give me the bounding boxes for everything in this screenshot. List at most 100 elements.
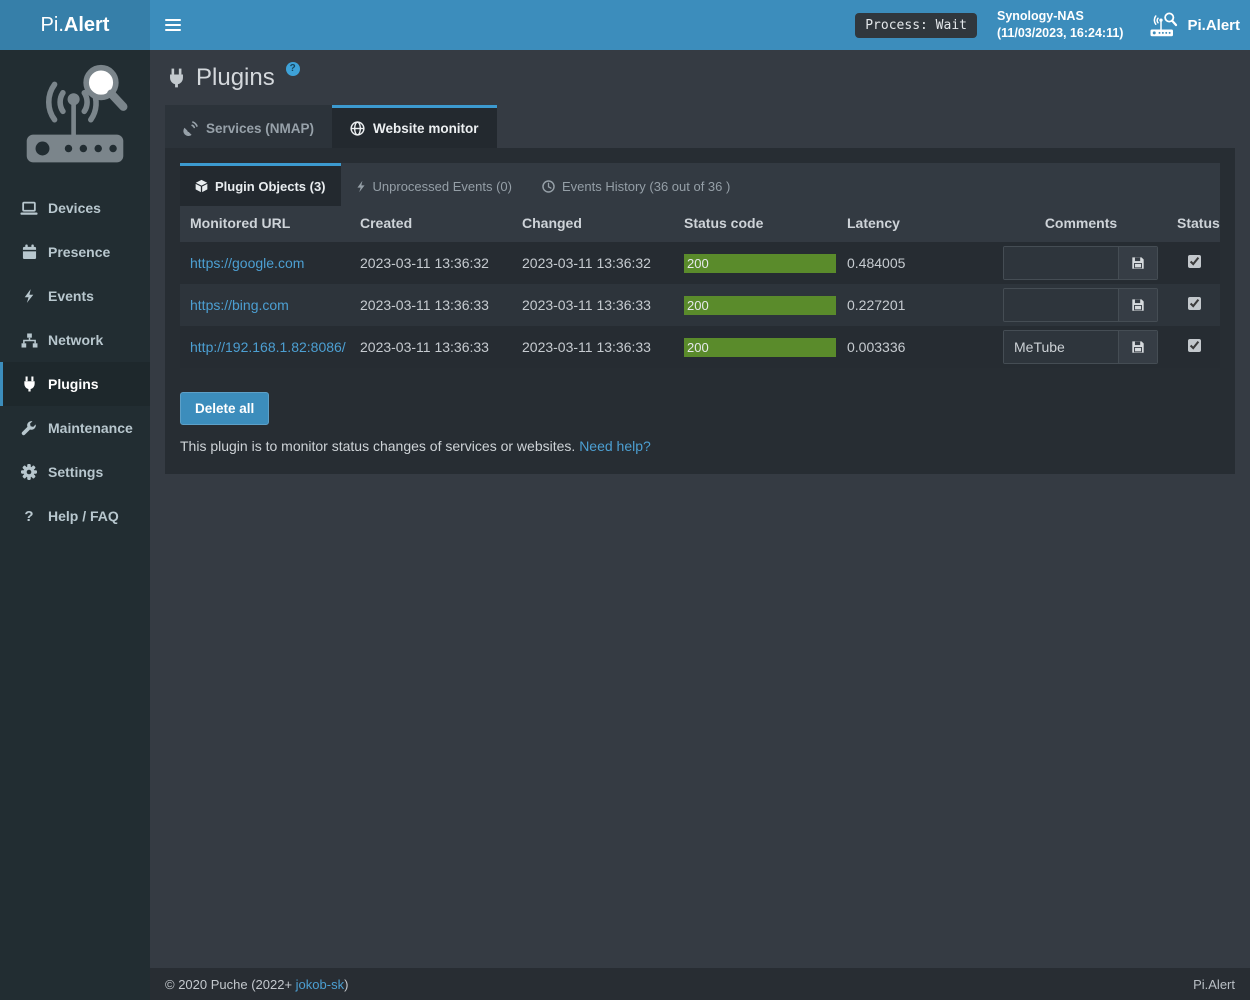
sidebar: Devices Presence Events Network — [0, 50, 150, 1000]
host-info: Synology-NAS (11/03/2023, 16:24:11) — [997, 8, 1124, 42]
plug-icon — [20, 376, 38, 392]
satellite-dish-icon — [183, 121, 198, 136]
footer-brand: Pi.Alert — [1193, 977, 1235, 992]
cube-icon — [195, 179, 208, 193]
sidebar-item-label: Maintenance — [48, 420, 133, 436]
page-title-text: Plugins — [196, 64, 275, 92]
globe-icon — [350, 121, 365, 136]
tab-unprocessed-events[interactable]: Unprocessed Events (0) — [341, 163, 527, 206]
sidebar-item-settings[interactable]: Settings — [0, 450, 150, 494]
save-comment-button[interactable] — [1118, 331, 1157, 363]
tab-label: Events History (36 out of 36 ) — [562, 179, 730, 194]
tab-label: Services (NMAP) — [206, 121, 314, 136]
copyright-text: © 2020 Puche (2022+ — [165, 977, 296, 992]
save-comment-button[interactable] — [1118, 247, 1157, 279]
tab-label: Unprocessed Events (0) — [373, 179, 512, 194]
tab-plugin-objects[interactable]: Plugin Objects (3) — [180, 163, 341, 206]
sidebar-toggle-icon[interactable] — [150, 0, 195, 50]
logo-pi: Pi. — [41, 14, 64, 36]
changed-cell: 2023-03-11 13:36:33 — [512, 284, 674, 326]
table-header-row: Monitored URL Created Changed Status cod… — [180, 206, 1220, 242]
created-cell: 2023-03-11 13:36:32 — [350, 242, 512, 284]
sidebar-item-label: Help / FAQ — [48, 508, 119, 524]
floppy-disk-icon — [1131, 298, 1145, 312]
comment-input[interactable] — [1004, 331, 1118, 363]
plugin-note: This plugin is to monitor status changes… — [180, 438, 1220, 454]
col-changed: Changed — [512, 206, 674, 242]
app-logo[interactable]: Pi.Alert — [0, 0, 150, 50]
comment-input[interactable] — [1004, 289, 1118, 321]
delete-all-button[interactable]: Delete all — [180, 392, 269, 425]
floppy-disk-icon — [1131, 256, 1145, 270]
monitored-url-link[interactable]: https://bing.com — [190, 297, 289, 313]
created-cell: 2023-03-11 13:36:33 — [350, 284, 512, 326]
tab-services-nmap[interactable]: Services (NMAP) — [165, 105, 332, 148]
host-time: (11/03/2023, 16:24:11) — [997, 25, 1124, 42]
status-checkbox[interactable] — [1188, 339, 1201, 352]
bolt-icon — [20, 288, 38, 304]
status-checkbox[interactable] — [1188, 255, 1201, 268]
main-content: Plugins ? Services (NMAP) Website monito… — [150, 50, 1250, 968]
plug-icon — [167, 68, 186, 88]
object-tabs: Plugin Objects (3) Unprocessed Events (0… — [180, 163, 1220, 206]
latency-cell: 0.227201 — [837, 284, 993, 326]
navbar-right: Process: Wait Synology-NAS (11/03/2023, … — [855, 8, 1250, 42]
latency-cell: 0.484005 — [837, 242, 993, 284]
latency-cell: 0.003336 — [837, 326, 993, 368]
table-row: http://192.168.1.82:8086/ 2023-03-11 13:… — [180, 326, 1220, 368]
page-title: Plugins ? — [165, 64, 1235, 92]
plugin-note-text: This plugin is to monitor status changes… — [180, 438, 575, 454]
save-comment-button[interactable] — [1118, 289, 1157, 321]
sidebar-item-network[interactable]: Network — [0, 318, 150, 362]
tab-events-history[interactable]: Events History (36 out of 36 ) — [527, 163, 745, 206]
gear-icon — [20, 464, 38, 480]
router-scan-icon — [1149, 12, 1179, 38]
plugin-tabs: Services (NMAP) Website monitor — [165, 105, 1235, 148]
comment-group — [1003, 330, 1158, 364]
clock-icon — [542, 180, 555, 193]
sitemap-icon — [20, 333, 38, 348]
col-monitored-url: Monitored URL — [180, 206, 350, 242]
laptop-icon — [20, 201, 38, 216]
sidebar-item-help[interactable]: ? Help / FAQ — [0, 494, 150, 538]
jokob-sk-link[interactable]: jokob-sk — [296, 977, 344, 992]
floppy-disk-icon — [1131, 340, 1145, 354]
question-icon: ? — [20, 508, 38, 525]
tab-label: Plugin Objects (3) — [215, 179, 326, 194]
table-row: https://google.com 2023-03-11 13:36:32 2… — [180, 242, 1220, 284]
monitored-url-link[interactable]: https://google.com — [190, 255, 304, 271]
comment-group — [1003, 246, 1158, 280]
host-name: Synology-NAS — [997, 8, 1124, 25]
help-badge[interactable]: ? — [286, 62, 300, 76]
logo-alert: Alert — [64, 14, 110, 36]
sidebar-menu: Devices Presence Events Network — [0, 186, 150, 538]
sidebar-item-plugins[interactable]: Plugins — [0, 362, 150, 406]
col-latency: Latency — [837, 206, 993, 242]
calendar-icon — [20, 244, 38, 260]
copyright: © 2020 Puche (2022+ jokob-sk) — [165, 977, 348, 992]
brand-label: Pi.Alert — [1187, 17, 1240, 34]
process-status-badge: Process: Wait — [855, 13, 977, 38]
comment-input[interactable] — [1004, 247, 1118, 279]
wrench-icon — [20, 420, 38, 436]
table-row: https://bing.com 2023-03-11 13:36:33 202… — [180, 284, 1220, 326]
created-cell: 2023-03-11 13:36:33 — [350, 326, 512, 368]
need-help-link[interactable]: Need help? — [579, 438, 651, 454]
comment-group — [1003, 288, 1158, 322]
col-comments: Comments — [993, 206, 1167, 242]
col-created: Created — [350, 206, 512, 242]
tab-website-monitor[interactable]: Website monitor — [332, 105, 497, 148]
sidebar-item-label: Devices — [48, 200, 101, 216]
status-code-bar: 200 — [684, 254, 836, 273]
footer: © 2020 Puche (2022+ jokob-sk) Pi.Alert — [150, 968, 1250, 1000]
sidebar-item-presence[interactable]: Presence — [0, 230, 150, 274]
col-status: Status — [1167, 206, 1220, 242]
sidebar-item-maintenance[interactable]: Maintenance — [0, 406, 150, 450]
monitored-url-link[interactable]: http://192.168.1.82:8086/ — [190, 339, 346, 355]
bolt-icon — [356, 180, 366, 193]
sidebar-item-label: Plugins — [48, 376, 99, 392]
status-checkbox[interactable] — [1188, 297, 1201, 310]
tab-label: Website monitor — [373, 121, 479, 136]
sidebar-item-devices[interactable]: Devices — [0, 186, 150, 230]
sidebar-item-events[interactable]: Events — [0, 274, 150, 318]
